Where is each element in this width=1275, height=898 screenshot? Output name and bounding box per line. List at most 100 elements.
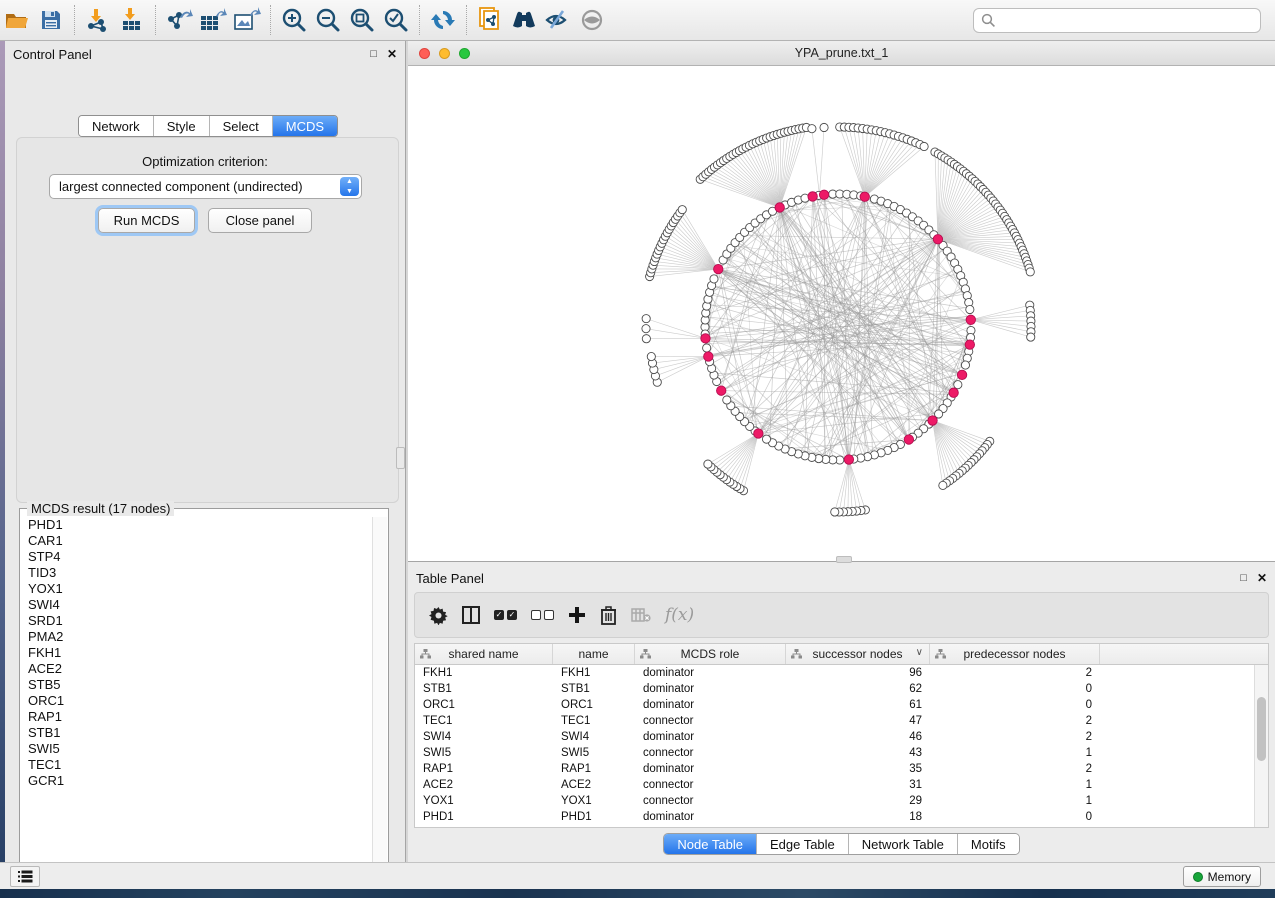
network-from-table-icon[interactable]	[473, 5, 507, 35]
deselect-all-rows-icon[interactable]: ✓✓	[531, 610, 554, 620]
column-header-successor-nodes[interactable]: successor nodes∨	[786, 644, 930, 664]
table-row-ORC1[interactable]: ORC1ORC1dominator610	[415, 697, 1254, 713]
tab-motifs[interactable]: Motifs	[958, 834, 1019, 854]
horizontal-splitter-handle[interactable]	[836, 556, 852, 563]
select-all-rows-icon[interactable]: ✓✓	[494, 610, 517, 620]
show-all-icon[interactable]	[575, 5, 609, 35]
mcds-result-item[interactable]: CAR1	[28, 533, 373, 549]
dominator-node[interactable]	[965, 340, 974, 349]
dominator-node[interactable]	[701, 334, 710, 343]
mcds-result-item[interactable]: STB1	[28, 725, 373, 741]
network-window-titlebar[interactable]: YPA_prune.txt_1	[408, 41, 1275, 66]
tab-network[interactable]: Network	[79, 116, 154, 136]
sort-chevron-icon[interactable]: ∨	[916, 647, 923, 658]
open-file-icon[interactable]	[0, 5, 34, 35]
mcds-result-item[interactable]: TEC1	[28, 757, 373, 773]
network-node[interactable]	[703, 344, 711, 352]
dominator-node[interactable]	[704, 352, 713, 361]
leaf-node[interactable]	[831, 508, 839, 516]
leaf-node[interactable]	[1026, 268, 1034, 276]
tab-network-table[interactable]: Network Table	[849, 834, 958, 854]
close-panel-button[interactable]: Close panel	[208, 208, 312, 233]
table-scrollbar-thumb[interactable]	[1257, 697, 1266, 761]
column-header-name[interactable]: name	[553, 644, 635, 664]
table-scrollbar[interactable]	[1254, 665, 1268, 827]
search-network-icon[interactable]	[507, 5, 541, 35]
mcds-result-item[interactable]: SRD1	[28, 613, 373, 629]
dominator-node[interactable]	[966, 315, 975, 324]
dominator-node[interactable]	[860, 192, 869, 201]
leaf-node[interactable]	[647, 352, 655, 360]
mcds-result-item[interactable]: STB5	[28, 677, 373, 693]
mcds-result-item[interactable]: GCR1	[28, 773, 373, 789]
mcds-result-item[interactable]: STP4	[28, 549, 373, 565]
leaf-node[interactable]	[1027, 333, 1035, 341]
dominator-node[interactable]	[714, 264, 723, 273]
dominator-node[interactable]	[844, 455, 853, 464]
close-panel-icon[interactable]: ✕	[387, 47, 397, 61]
dominator-node[interactable]	[904, 435, 913, 444]
table-row-TEC1[interactable]: TEC1TEC1connector472	[415, 713, 1254, 729]
zoom-in-icon[interactable]	[277, 5, 311, 35]
import-table-icon[interactable]	[115, 5, 149, 35]
network-graph-canvas[interactable]	[408, 66, 1273, 560]
dominator-node[interactable]	[957, 370, 966, 379]
delete-column-icon[interactable]	[600, 606, 617, 625]
column-header-shared-name[interactable]: shared name	[415, 644, 553, 664]
dominator-node[interactable]	[819, 190, 828, 199]
export-network-icon[interactable]	[162, 5, 196, 35]
dominator-node[interactable]	[754, 429, 763, 438]
float-window-icon[interactable]: □	[370, 48, 377, 60]
table-row-STB1[interactable]: STB1STB1dominator620	[415, 681, 1254, 697]
leaf-node[interactable]	[939, 481, 947, 489]
column-header-predecessor-nodes[interactable]: predecessor nodes	[930, 644, 1100, 664]
show-columns-icon[interactable]	[462, 606, 480, 624]
mcds-result-scrollbar[interactable]	[372, 517, 387, 877]
leaf-node[interactable]	[920, 142, 928, 150]
network-node[interactable]	[723, 396, 731, 404]
table-row-FKH1[interactable]: FKH1FKH1dominator962	[415, 665, 1254, 681]
table-row-RAP1[interactable]: RAP1RAP1dominator352	[415, 761, 1254, 777]
float-window-icon[interactable]: □	[1240, 572, 1247, 584]
run-mcds-button[interactable]: Run MCDS	[98, 208, 195, 233]
table-row-YOX1[interactable]: YOX1YOX1connector291	[415, 793, 1254, 809]
mcds-result-item[interactable]: SWI4	[28, 597, 373, 613]
mcds-result-item[interactable]: ACE2	[28, 661, 373, 677]
mcds-result-item[interactable]: RAP1	[28, 709, 373, 725]
mcds-result-item[interactable]: TID3	[28, 565, 373, 581]
network-node[interactable]	[762, 435, 770, 443]
dominator-node[interactable]	[928, 416, 937, 425]
save-session-icon[interactable]	[34, 5, 68, 35]
mcds-result-item[interactable]: FKH1	[28, 645, 373, 661]
tab-edge-table[interactable]: Edge Table	[757, 834, 849, 854]
leaf-node[interactable]	[642, 315, 650, 323]
network-node[interactable]	[954, 381, 962, 389]
apply-layout-icon[interactable]	[426, 5, 460, 35]
network-node[interactable]	[966, 305, 974, 313]
search-box[interactable]	[973, 8, 1261, 33]
leaf-node[interactable]	[678, 206, 686, 214]
zoom-fit-icon[interactable]	[345, 5, 379, 35]
dominator-node[interactable]	[949, 388, 958, 397]
dominator-node[interactable]	[775, 203, 784, 212]
zoom-selected-icon[interactable]	[379, 5, 413, 35]
mcds-result-item[interactable]: PHD1	[28, 517, 373, 533]
network-node[interactable]	[961, 361, 969, 369]
hide-selected-icon[interactable]	[541, 5, 575, 35]
mcds-result-item[interactable]: PMA2	[28, 629, 373, 645]
dominator-node[interactable]	[717, 386, 726, 395]
leaf-node[interactable]	[642, 335, 650, 343]
leaf-node[interactable]	[704, 460, 712, 468]
tab-style[interactable]: Style	[154, 116, 210, 136]
leaf-node[interactable]	[808, 125, 816, 133]
mcds-result-item[interactable]: ORC1	[28, 693, 373, 709]
table-options-gear-icon[interactable]	[429, 606, 448, 625]
mcds-result-item[interactable]: SWI5	[28, 741, 373, 757]
leaf-node[interactable]	[642, 325, 650, 333]
tab-mcds[interactable]: MCDS	[273, 116, 337, 136]
search-input[interactable]	[996, 14, 1260, 28]
task-history-button[interactable]	[10, 866, 40, 887]
tab-node-table[interactable]: Node Table	[664, 834, 757, 854]
close-panel-icon[interactable]: ✕	[1257, 571, 1267, 585]
dominator-node[interactable]	[933, 235, 942, 244]
